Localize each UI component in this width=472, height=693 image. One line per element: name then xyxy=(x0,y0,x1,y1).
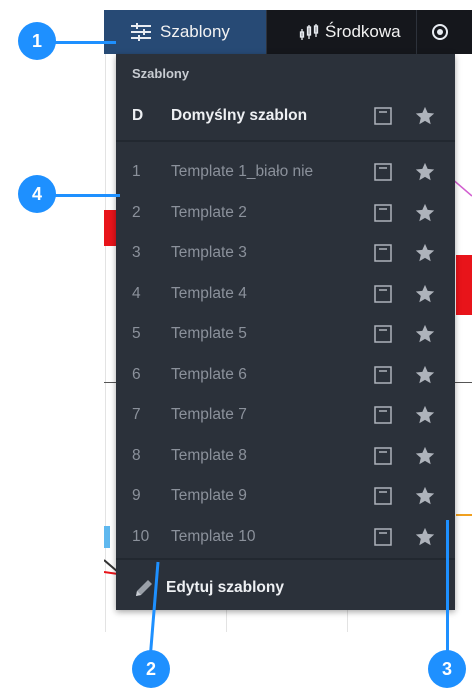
divider xyxy=(116,558,455,560)
template-number: 9 xyxy=(132,487,141,504)
star-icon[interactable] xyxy=(414,105,436,127)
template-label: Template 6 xyxy=(171,365,247,383)
template-label: Template 8 xyxy=(171,446,247,464)
star-icon[interactable] xyxy=(414,364,436,386)
star-icon[interactable] xyxy=(414,445,436,467)
template-row-4[interactable]: 4 Template 4 xyxy=(116,274,455,314)
callout-badge-2: 2 xyxy=(132,650,170,688)
chart-line xyxy=(456,514,472,516)
callout-badge-3: 3 xyxy=(428,650,466,688)
divider xyxy=(116,140,455,142)
star-icon[interactable] xyxy=(414,242,436,264)
callout-badge-1: 1 xyxy=(18,22,56,60)
template-number: 7 xyxy=(132,406,141,423)
template-row-6[interactable]: 6 Template 6 xyxy=(116,355,455,395)
edit-templates-label: Edytuj szablony xyxy=(166,579,284,596)
template-row-10[interactable]: 10 Template 10 xyxy=(116,517,455,557)
callout-line xyxy=(446,520,449,656)
template-key: D xyxy=(132,107,144,124)
template-label: Template 3 xyxy=(171,244,247,261)
star-icon[interactable] xyxy=(414,283,436,305)
eye-icon xyxy=(432,24,448,40)
template-number: 10 xyxy=(132,527,150,545)
templates-button-label: Szablony xyxy=(160,22,230,41)
template-number: 8 xyxy=(132,446,141,464)
template-number: 4 xyxy=(132,284,141,302)
save-icon[interactable] xyxy=(374,203,392,222)
template-label: Template 9 xyxy=(171,487,247,504)
save-icon[interactable] xyxy=(374,163,392,181)
middle-price-button-label: Środkowa xyxy=(325,22,401,41)
callout-badge-4: 4 xyxy=(18,175,56,213)
save-icon[interactable] xyxy=(374,107,392,125)
template-row-default[interactable]: D Domyślny szablon xyxy=(116,96,455,136)
template-row-7[interactable]: 7 Template 7 xyxy=(116,395,455,435)
save-icon[interactable] xyxy=(374,284,392,303)
templates-button[interactable]: Szablony xyxy=(104,10,267,54)
middle-price-button[interactable]: Środkowa xyxy=(267,10,417,54)
callout-line xyxy=(148,561,160,660)
chart-toolbar: Szablony Środkowa xyxy=(104,10,472,54)
template-row-5[interactable]: 5 Template 5 xyxy=(116,314,455,354)
template-label: Template 10 xyxy=(171,527,256,545)
callout-line xyxy=(52,194,120,197)
save-icon[interactable] xyxy=(374,365,392,384)
candle-bar xyxy=(456,255,472,315)
templates-dropdown: Szablony D Domyślny szablon 1 Template 1_… xyxy=(116,54,455,610)
dropdown-section-title: Szablony xyxy=(132,66,190,81)
star-icon[interactable] xyxy=(414,161,436,183)
template-number: 1 xyxy=(132,163,141,180)
star-icon[interactable] xyxy=(414,526,436,548)
chart-settings-button[interactable] xyxy=(417,10,459,54)
callout-line xyxy=(52,41,116,44)
candlestick-icon xyxy=(299,24,319,40)
star-icon[interactable] xyxy=(414,404,436,426)
template-label: Domyślny szablon xyxy=(171,107,308,124)
save-icon[interactable] xyxy=(374,406,392,424)
template-label: Template 4 xyxy=(171,284,247,302)
template-row-1[interactable]: 1 Template 1_biało nie xyxy=(116,152,455,192)
save-icon[interactable] xyxy=(374,487,392,505)
template-label: Template 1_biało nie xyxy=(171,163,314,180)
save-icon[interactable] xyxy=(374,446,392,465)
template-row-9[interactable]: 9 Template 9 xyxy=(116,476,455,516)
candle-bar xyxy=(104,210,116,246)
template-label: Template 5 xyxy=(171,325,247,342)
sliders-icon xyxy=(131,23,151,41)
template-label: Template 7 xyxy=(171,406,247,423)
template-row-8[interactable]: 8 Template 8 xyxy=(116,436,455,476)
template-number: 5 xyxy=(132,325,141,342)
template-number: 3 xyxy=(132,244,141,261)
star-icon[interactable] xyxy=(414,485,436,507)
save-icon[interactable] xyxy=(374,527,392,546)
edit-templates-button[interactable]: Edytuj szablony xyxy=(116,566,455,610)
template-number: 2 xyxy=(132,203,141,221)
chart-marker xyxy=(104,526,110,548)
template-row-3[interactable]: 3 Template 3 xyxy=(116,233,455,273)
star-icon[interactable] xyxy=(414,323,436,345)
save-icon[interactable] xyxy=(374,244,392,262)
template-label: Template 2 xyxy=(171,203,247,221)
save-icon[interactable] xyxy=(374,325,392,343)
template-number: 6 xyxy=(132,365,141,383)
star-icon[interactable] xyxy=(414,202,436,224)
template-row-2[interactable]: 2 Template 2 xyxy=(116,193,455,233)
